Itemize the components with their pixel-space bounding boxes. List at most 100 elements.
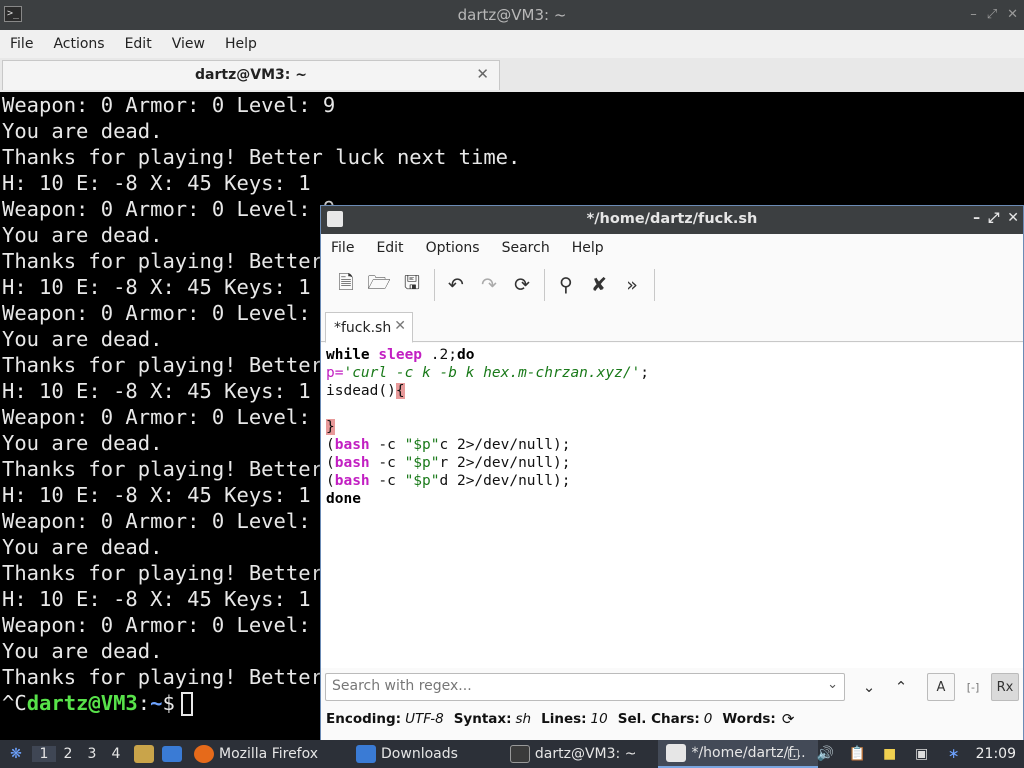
menu-file[interactable]: File bbox=[10, 36, 45, 52]
syntax-value: sh bbox=[515, 711, 532, 727]
editor-menu-search[interactable]: Search bbox=[502, 240, 550, 256]
workspace-2[interactable]: 2 bbox=[56, 746, 80, 762]
editor-menubar: File Edit Options Search Help bbox=[321, 234, 1023, 262]
folder-icon bbox=[356, 745, 377, 763]
maximize-icon[interactable]: ⤢ bbox=[988, 210, 999, 226]
close-icon[interactable]: ✕ bbox=[1007, 210, 1019, 226]
start-menu-icon[interactable]: ❋ bbox=[6, 745, 26, 763]
editor-menu-help[interactable]: Help bbox=[572, 240, 604, 256]
clock[interactable]: 21:09 bbox=[976, 746, 1016, 762]
prompt-symbol: $ bbox=[162, 691, 175, 715]
toolbar-separator bbox=[544, 269, 545, 301]
terminal-tabbar: dartz@VM3: ~ ✕ bbox=[0, 58, 1024, 92]
taskbar-item-terminal[interactable]: dartz@VM3: ~ bbox=[502, 740, 645, 768]
undo-icon[interactable]: ↶ bbox=[443, 271, 469, 299]
taskbar: ❋ 1 2 3 4 Mozilla Firefox Downloads dart… bbox=[0, 740, 1024, 768]
workspace-1[interactable]: 1 bbox=[32, 746, 56, 762]
file-manager-launcher-icon[interactable] bbox=[134, 745, 154, 763]
find-next-icon[interactable]: ⌄ bbox=[855, 673, 883, 701]
editor-tabbar: *fuck.sh ✕ bbox=[321, 310, 1023, 343]
search-input[interactable]: Search with regex... ⌄ bbox=[325, 673, 845, 701]
menu-view[interactable]: View bbox=[172, 36, 217, 52]
search-bar: Search with regex... ⌄ ⌄ ⌃ A [-] Rx bbox=[321, 668, 1023, 706]
prompt-user: dartz@VM3 bbox=[26, 691, 138, 715]
editor-window-title: */home/dartz/fuck.sh bbox=[586, 211, 758, 227]
selchars-value: 0 bbox=[703, 711, 713, 727]
chevron-down-icon[interactable]: ⌄ bbox=[827, 677, 838, 692]
save-icon[interactable]: 🖫 bbox=[399, 271, 425, 299]
count-words-icon[interactable]: ⟳ bbox=[782, 710, 795, 728]
menu-edit[interactable]: Edit bbox=[125, 36, 164, 52]
toolbar-separator bbox=[654, 269, 655, 301]
syntax-label: Syntax: bbox=[453, 711, 512, 727]
terminal-tab[interactable]: dartz@VM3: ~ ✕ bbox=[2, 60, 500, 90]
editor-window: */home/dartz/fuck.sh – ⤢ ✕ File Edit Opt… bbox=[320, 205, 1024, 741]
code-line: (bash -c "$p"c 2>/dev/null); bbox=[326, 437, 571, 453]
bluetooth-icon[interactable]: ∗ bbox=[944, 745, 964, 763]
taskbar-item-firefox[interactable]: Mozilla Firefox bbox=[186, 740, 326, 768]
code-line: (bash -c "$p"r 2>/dev/null); bbox=[326, 455, 571, 471]
keyboard-layout-icon[interactable]: ▢ bbox=[784, 745, 804, 763]
taskbar-item-label: Mozilla Firefox bbox=[219, 746, 319, 762]
taskbar-item-label: dartz@VM3: ~ bbox=[534, 746, 637, 762]
terminal-icon bbox=[509, 745, 530, 763]
toolbar-separator bbox=[434, 269, 435, 301]
prompt-colon: : bbox=[137, 691, 151, 715]
menu-help[interactable]: Help bbox=[225, 36, 269, 52]
whole-word-toggle[interactable]: [-] bbox=[959, 673, 987, 701]
volume-icon[interactable]: 🔊 bbox=[816, 745, 836, 763]
prompt-prefix: ^C bbox=[2, 691, 27, 715]
firefox-icon bbox=[194, 745, 214, 763]
selchars-label: Sel. Chars: bbox=[617, 711, 700, 727]
find-replace-icon[interactable]: ✘ bbox=[586, 271, 612, 299]
code-line: (bash -c "$p"d 2>/dev/null); bbox=[326, 473, 571, 489]
code-line: p='curl -c k -b k hex.m-chrzan.xyz/'; bbox=[326, 365, 650, 381]
encoding-label: Encoding: bbox=[326, 711, 402, 727]
maximize-icon[interactable]: ⤢ bbox=[987, 7, 997, 22]
lines-value: 10 bbox=[590, 711, 608, 727]
code-line: while sleep .2;do bbox=[326, 347, 475, 363]
minimize-icon[interactable]: – bbox=[970, 7, 977, 22]
close-tab-icon[interactable]: ✕ bbox=[476, 65, 489, 83]
terminal-line: Thanks for playing! Better luck next tim… bbox=[2, 145, 521, 169]
terminal-window-title: dartz@VM3: ~ bbox=[457, 6, 567, 24]
encoding-value: UTF-8 bbox=[405, 711, 444, 727]
terminal-tab-label: dartz@VM3: ~ bbox=[195, 67, 307, 83]
redo-icon[interactable]: ↷ bbox=[476, 271, 502, 299]
words-label: Words: bbox=[722, 711, 776, 727]
terminal-titlebar[interactable]: >_ dartz@VM3: ~ – ⤢ ✕ bbox=[0, 0, 1024, 30]
sticky-notes-icon[interactable]: ■ bbox=[880, 745, 900, 763]
editor-menu-options[interactable]: Options bbox=[426, 240, 480, 256]
search-placeholder: Search with regex... bbox=[332, 678, 472, 694]
find-previous-icon[interactable]: ⌃ bbox=[887, 673, 915, 701]
taskbar-item-downloads[interactable]: Downloads bbox=[348, 740, 466, 768]
taskbar-item-label: Downloads bbox=[381, 746, 458, 762]
reload-icon[interactable]: ⟳ bbox=[509, 271, 535, 299]
regex-toggle[interactable]: Rx bbox=[991, 673, 1019, 701]
menu-actions[interactable]: Actions bbox=[53, 36, 116, 52]
show-desktop-icon[interactable] bbox=[162, 746, 182, 762]
editor-menu-file[interactable]: File bbox=[331, 240, 354, 256]
terminal-menubar: File Actions Edit View Help bbox=[0, 30, 1024, 58]
open-folder-icon[interactable]: 🗁 bbox=[366, 271, 392, 299]
system-tray: ▢ 🔊 📋 ■ ▣ ∗ 21:09 bbox=[778, 740, 1024, 768]
close-icon[interactable]: ✕ bbox=[1007, 7, 1018, 22]
editor-tab-label: *fuck.sh bbox=[334, 320, 392, 336]
editor-titlebar[interactable]: */home/dartz/fuck.sh – ⤢ ✕ bbox=[321, 206, 1023, 234]
network-icon[interactable]: ▣ bbox=[912, 745, 932, 763]
editor-tab[interactable]: *fuck.sh ✕ bbox=[325, 312, 413, 343]
close-tab-icon[interactable]: ✕ bbox=[394, 318, 406, 334]
find-icon[interactable]: ⚲ bbox=[553, 271, 579, 299]
workspace-4[interactable]: 4 bbox=[104, 746, 128, 762]
code-line: done bbox=[326, 491, 361, 507]
clipboard-icon[interactable]: 📋 bbox=[848, 745, 868, 763]
minimize-icon[interactable]: – bbox=[973, 210, 980, 226]
prompt-path: ~ bbox=[150, 691, 163, 715]
code-editor[interactable]: while sleep .2;do p='curl -c k -b k hex.m… bbox=[321, 343, 1023, 668]
new-file-icon[interactable]: 🗎 bbox=[333, 271, 359, 299]
match-case-toggle[interactable]: A bbox=[927, 673, 955, 701]
more-icon[interactable]: » bbox=[619, 271, 645, 299]
workspace-3[interactable]: 3 bbox=[80, 746, 104, 762]
editor-menu-edit[interactable]: Edit bbox=[376, 240, 403, 256]
